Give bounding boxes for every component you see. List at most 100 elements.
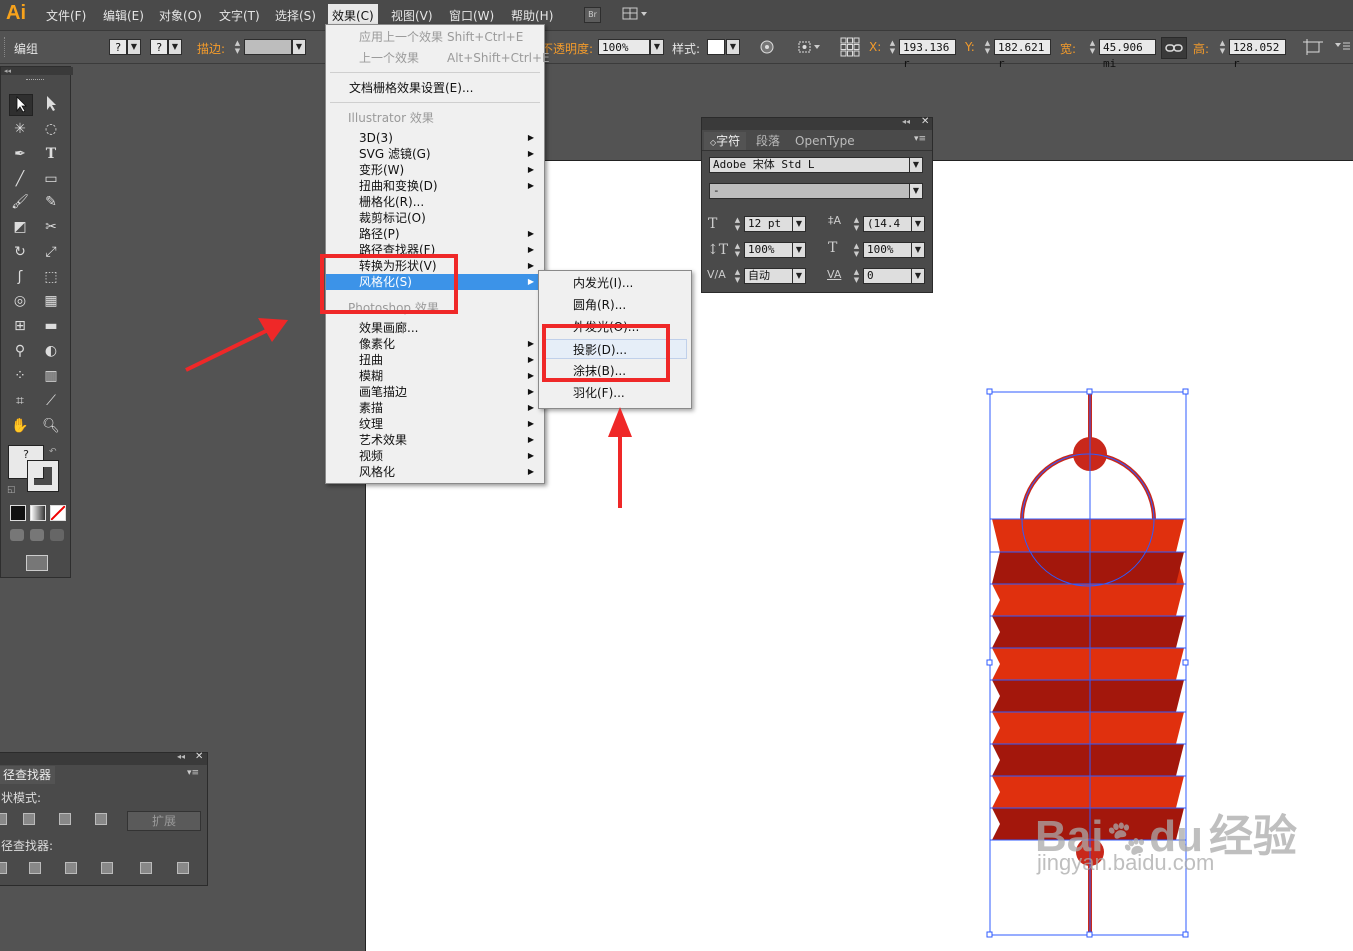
stroke-weight-field[interactable] xyxy=(244,39,292,55)
panel-close-icon[interactable]: ✕ xyxy=(195,751,203,762)
type-tool-icon[interactable]: T xyxy=(40,144,62,164)
character-panel-titlebar[interactable]: ◂◂ ✕ xyxy=(702,116,932,130)
fill-swatch[interactable]: ? xyxy=(109,39,127,55)
outline-icon[interactable] xyxy=(140,862,152,874)
x-label[interactable]: X: xyxy=(869,40,881,54)
direct-selection-tool-icon[interactable] xyxy=(40,94,62,114)
y-label[interactable]: Y: xyxy=(965,40,975,54)
tools-panel-grip[interactable] xyxy=(26,79,44,82)
eyedropper-tool-icon[interactable]: ⚲ xyxy=(9,341,31,361)
panel-collapse-icon[interactable]: ◂◂ xyxy=(177,752,185,761)
minus-back-icon[interactable] xyxy=(177,862,189,874)
menu-item-rasterize[interactable]: 栅格化(R)... xyxy=(326,194,542,210)
font-style-dropdown[interactable]: ▼ xyxy=(909,183,923,199)
pen-tool-icon[interactable]: ✒ xyxy=(9,144,31,164)
tracking-dropdown[interactable]: ▼ xyxy=(911,268,925,284)
submenu-item-feather[interactable]: 羽化(F)... xyxy=(539,383,689,403)
rotate-tool-icon[interactable]: ↻ xyxy=(9,242,31,262)
menu-item-stylize-photoshop[interactable]: 风格化 ▶ xyxy=(326,464,542,480)
recolor-artwork-button[interactable] xyxy=(758,39,776,55)
font-family-field[interactable]: Adobe 宋体 Std L xyxy=(709,157,919,173)
menu-item-3d[interactable]: 3D(3) ▶ xyxy=(326,130,542,146)
scale-tool-icon[interactable]: ⤢ xyxy=(40,242,62,262)
menu-window[interactable]: 窗口(W) xyxy=(449,7,494,24)
font-style-field[interactable]: - xyxy=(709,183,919,199)
tab-paragraph[interactable]: 段落 xyxy=(750,132,786,150)
menu-edit[interactable]: 编辑(E) xyxy=(103,7,144,24)
line-tool-icon[interactable]: ╱ xyxy=(9,169,31,189)
expand-button[interactable]: 扩展 xyxy=(127,811,201,831)
unite-icon[interactable] xyxy=(0,813,7,825)
width-field[interactable]: 45.906 mi xyxy=(1099,39,1156,70)
swap-fill-stroke-icon[interactable]: ↶ xyxy=(49,447,57,457)
menu-help[interactable]: 帮助(H) xyxy=(511,7,553,24)
menu-item-sketch[interactable]: 素描 ▶ xyxy=(326,400,542,416)
crop-icon[interactable] xyxy=(101,862,113,874)
scissors-tool-icon[interactable]: ✂ xyxy=(40,217,62,237)
pathfinder-panel-titlebar[interactable]: ◂◂ ✕ xyxy=(0,751,207,765)
bridge-button[interactable]: Br xyxy=(584,7,601,23)
font-size-dropdown[interactable]: ▼ xyxy=(792,216,806,232)
shape-builder-tool-icon[interactable]: ◎ xyxy=(9,291,31,311)
merge-icon[interactable] xyxy=(65,862,77,874)
blend-tool-icon[interactable]: ◐ xyxy=(40,341,62,361)
intersect-icon[interactable] xyxy=(59,813,71,825)
menu-item-crop-marks[interactable]: 裁剪标记(O) xyxy=(326,210,542,226)
leading-dropdown[interactable]: ▼ xyxy=(911,216,925,232)
horizontal-scale-field[interactable]: 100% xyxy=(863,242,913,258)
none-mode-icon[interactable] xyxy=(50,505,66,521)
width-spinner[interactable]: ▲ ▼ xyxy=(1088,39,1097,55)
height-spinner[interactable]: ▲ ▼ xyxy=(1218,39,1227,55)
arrange-documents-button[interactable] xyxy=(622,7,650,21)
stroke-color-swatch[interactable] xyxy=(27,460,59,492)
exclude-icon[interactable] xyxy=(95,813,107,825)
zoom-tool-icon[interactable]: 🔍︎ xyxy=(40,416,62,436)
stroke-dropdown[interactable]: ▼ xyxy=(168,39,182,55)
vertical-scale-dropdown[interactable]: ▼ xyxy=(792,242,806,258)
reference-point-button[interactable] xyxy=(840,37,860,57)
stroke-weight-spinner[interactable]: ▲ ▼ xyxy=(233,39,242,55)
slice-tool-icon[interactable]: ⟋ xyxy=(40,391,62,411)
menu-object[interactable]: 对象(O) xyxy=(159,7,202,24)
menu-item-effect-gallery[interactable]: 效果画廊... xyxy=(326,320,542,336)
opacity-field[interactable]: 100% xyxy=(598,39,650,55)
menu-item-raster-effects-settings[interactable]: 文档栅格效果设置(E)... xyxy=(326,80,542,96)
character-panel-menu-icon[interactable]: ▾≡ xyxy=(914,134,926,144)
submenu-item-round-corners[interactable]: 圆角(R)... xyxy=(539,295,689,315)
draw-normal-icon[interactable] xyxy=(10,529,24,541)
rectangle-tool-icon[interactable]: ▭ xyxy=(40,169,62,189)
menu-item-last-effect[interactable]: 上一个效果 Alt+Shift+Ctrl+E xyxy=(326,50,550,66)
gradient-mode-icon[interactable] xyxy=(30,505,46,521)
mesh-tool-icon[interactable]: ⊞ xyxy=(9,316,31,336)
perspective-grid-tool-icon[interactable]: ▦ xyxy=(40,291,62,311)
x-field[interactable]: 193.136 r xyxy=(899,39,956,70)
tracking-spinner[interactable]: ▲ ▼ xyxy=(852,268,861,284)
menu-item-warp[interactable]: 变形(W) ▶ xyxy=(326,162,542,178)
menu-item-pixelate[interactable]: 像素化 ▶ xyxy=(326,336,542,352)
panel-close-icon[interactable]: ✕ xyxy=(921,116,929,127)
font-size-field[interactable]: 12 pt xyxy=(744,216,794,232)
horizontal-scale-dropdown[interactable]: ▼ xyxy=(911,242,925,258)
vertical-scale-spinner[interactable]: ▲ ▼ xyxy=(733,242,742,258)
gradient-tool-icon[interactable]: ▬ xyxy=(40,316,62,336)
tracking-field[interactable]: 0 xyxy=(863,268,913,284)
magic-wand-tool-icon[interactable]: ✳ xyxy=(9,119,31,139)
menu-item-distort-transform[interactable]: 扭曲和变换(D) ▶ xyxy=(326,178,542,194)
symbol-sprayer-tool-icon[interactable]: ⁘ xyxy=(9,366,31,386)
menu-item-texture[interactable]: 纹理 ▶ xyxy=(326,416,542,432)
graphic-style-swatch[interactable] xyxy=(707,39,725,55)
draw-inside-icon[interactable] xyxy=(50,529,64,541)
menu-item-apply-last-effect[interactable]: 应用上一个效果 Shift+Ctrl+E xyxy=(326,29,542,45)
panel-collapse-icon[interactable]: ◂◂ xyxy=(902,117,910,126)
selection-tool-icon[interactable] xyxy=(9,94,33,116)
opacity-dropdown[interactable]: ▼ xyxy=(650,39,664,55)
control-panel-menu-button[interactable] xyxy=(1333,39,1351,55)
paintbrush-tool-icon[interactable]: 🖌 xyxy=(9,192,31,212)
eraser-tool-icon[interactable]: ◩ xyxy=(9,217,31,237)
leading-field[interactable]: (14.4 xyxy=(863,216,913,232)
font-size-spinner[interactable]: ▲ ▼ xyxy=(733,216,742,232)
graphic-style-dropdown[interactable]: ▼ xyxy=(726,39,740,55)
y-field[interactable]: 182.621 r xyxy=(994,39,1051,70)
menu-item-brush-strokes[interactable]: 画笔描边 ▶ xyxy=(326,384,542,400)
warp-tool-icon[interactable]: ʃ xyxy=(9,267,31,287)
